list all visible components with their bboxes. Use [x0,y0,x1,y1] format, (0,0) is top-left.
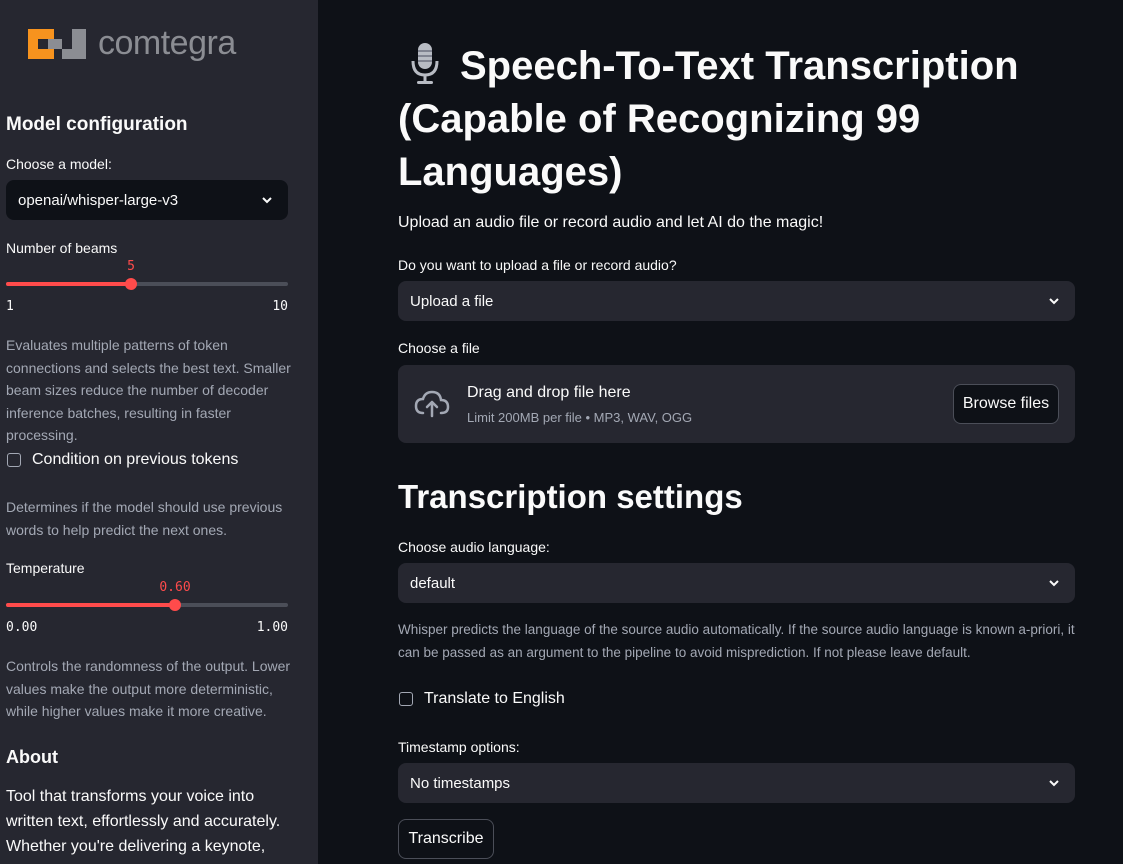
model-select-label: Choose a model: [6,156,112,172]
file-uploader-label: Choose a file [398,340,480,356]
beams-slider-thumb[interactable] [125,278,138,290]
source-select[interactable]: Upload a file [398,281,1075,321]
source-select-label: Do you want to upload a file or record a… [398,257,677,273]
source-select-value: Upload a file [410,292,494,310]
beams-slider-fill [6,282,132,286]
beams-slider-min: 1 [6,299,14,314]
condition-previous-tokens-label[interactable]: Condition on previous tokens [32,451,238,469]
chevron-down-icon [1049,780,1059,787]
temperature-slider-max: 1.00 [256,620,288,635]
microphone-icon [410,41,440,85]
language-select-value: default [410,574,456,592]
timestamp-select-label: Timestamp options: [398,739,520,755]
page-subtitle: Upload an audio file or record audio and… [398,214,824,231]
comtegra-logo-mark [28,27,88,61]
dropzone-limit: Limit 200MB per file • MP3, WAV, OGG [467,410,693,425]
temperature-slider[interactable] [6,599,288,611]
beams-slider-label: Number of beams [6,240,118,256]
comtegra-logo: comtegra [28,24,236,63]
model-select[interactable]: openai/whisper-large-v3 [6,180,288,220]
language-help-text: Whisper predicts the language of the sou… [398,622,1075,660]
dropzone-title: Drag and drop file here [467,384,631,401]
temperature-help-text: Controls the randomness of the output. L… [6,658,291,719]
beams-slider[interactable] [6,278,288,290]
model-select-value: openai/whisper-large-v3 [18,191,179,209]
translate-to-english-checkbox[interactable] [399,692,413,706]
language-select-label: Choose audio language: [398,539,550,555]
temperature-slider-value: 0.60 [159,580,191,595]
timestamp-select[interactable]: No timestamps [398,763,1075,803]
about-text: Tool that transforms your voice into wri… [6,788,281,855]
language-select[interactable]: default [398,563,1075,603]
transcription-settings-heading: Transcription settings [398,478,743,515]
chevron-down-icon [1049,298,1059,305]
condition-help-text: Determines if the model should use previ… [6,499,283,538]
sidebar: comtegra Model configuration Choose a mo… [0,0,318,864]
beams-help-text: Evaluates multiple patterns of token con… [6,337,291,443]
model-configuration-heading: Model configuration [6,114,188,135]
transcribe-button[interactable]: Transcribe [398,819,494,859]
chevron-down-icon [262,197,272,204]
condition-previous-tokens-checkbox[interactable] [7,453,21,467]
logo-text: comtegra [98,24,236,62]
translate-to-english-label[interactable]: Translate to English [424,690,565,708]
beams-slider-value: 5 [127,259,135,274]
temperature-slider-label: Temperature [6,560,85,576]
beams-slider-max: 10 [272,299,288,314]
page-title-text: Speech-To-Text Transcription (Capable of… [398,44,1019,194]
file-dropzone[interactable]: Drag and drop file here Limit 200MB per … [398,365,1075,443]
browse-files-button[interactable]: Browse files [953,384,1059,424]
about-heading: About [6,747,58,767]
page-title: Speech-To-Text Transcription (Capable of… [398,40,1088,199]
temperature-slider-fill [6,603,176,607]
temperature-slider-thumb[interactable] [169,599,182,611]
chevron-down-icon [1049,580,1059,587]
temperature-slider-min: 0.00 [6,620,38,635]
main-content: Speech-To-Text Transcription (Capable of… [318,0,1123,864]
timestamp-select-value: No timestamps [410,774,511,792]
cloud-upload-icon [414,390,450,418]
